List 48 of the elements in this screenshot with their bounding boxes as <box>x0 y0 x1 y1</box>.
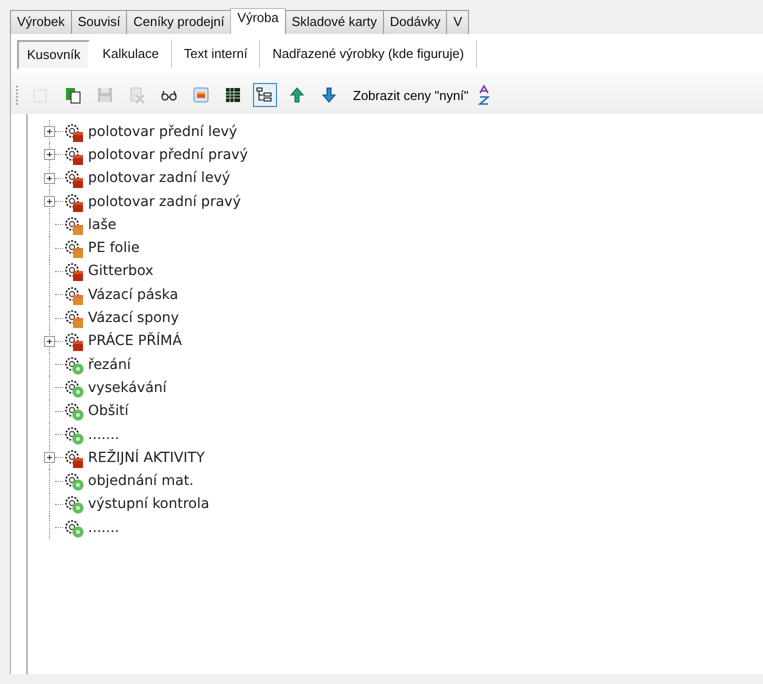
up-arrow-icon <box>288 86 306 104</box>
tab[interactable]: Výrobek <box>10 10 72 34</box>
tree-item[interactable]: výstupní kontrola <box>88 496 210 512</box>
subtab[interactable]: Text interní <box>172 40 260 68</box>
tree-item[interactable]: laše <box>88 216 116 233</box>
save-icon <box>96 86 114 104</box>
tree-item[interactable]: REŽIJNÍ AKTIVITY <box>88 450 205 466</box>
subtab[interactable]: Kusovník <box>17 40 90 70</box>
tree-item[interactable]: polotovar zadní levý <box>88 170 230 186</box>
tree-item[interactable]: Gitterbox <box>88 263 154 280</box>
tree-item[interactable]: ....... <box>88 426 120 442</box>
tree-item[interactable]: polotovar přední pravý <box>88 146 248 163</box>
expand-icon[interactable] <box>44 149 55 160</box>
grid-icon <box>224 86 242 104</box>
tree-item[interactable]: objednání mat. <box>88 473 194 490</box>
tree-item[interactable]: polotovar zadní pravý <box>88 194 241 210</box>
tab[interactable]: Skladové karty <box>284 10 384 34</box>
expand-icon[interactable] <box>44 126 55 138</box>
tab[interactable]: Dodávky <box>382 10 448 34</box>
tab[interactable]: Výroba <box>230 8 286 34</box>
tree-item[interactable]: Vázací páska <box>88 286 178 303</box>
tab[interactable]: V <box>446 10 470 34</box>
down-arrow-icon <box>320 86 338 104</box>
tree-item[interactable]: PE folie <box>88 240 140 256</box>
subtab[interactable]: Kalkulace <box>90 40 172 68</box>
tree-item[interactable]: polotovar přední levý <box>88 124 238 140</box>
tree-item[interactable]: ....... <box>88 520 120 536</box>
new-item-icon <box>32 86 50 104</box>
subtab[interactable]: Nadřazené výrobky (kde figuruje) <box>260 40 477 68</box>
expand-icon[interactable] <box>44 452 55 464</box>
tree-item[interactable]: řezání <box>88 356 131 373</box>
tree-item[interactable]: vysekávání <box>88 380 167 396</box>
expand-icon[interactable] <box>44 196 55 208</box>
report-icon <box>192 86 210 104</box>
toolbar-button[interactable] <box>253 83 277 107</box>
expand-icon[interactable] <box>44 172 55 184</box>
toolbar-grip-icon <box>15 84 19 106</box>
tab[interactable]: Souvisí <box>70 10 128 34</box>
tree-view-icon <box>256 86 274 104</box>
expand-icon[interactable] <box>44 336 55 347</box>
tree-item[interactable]: Obšití <box>88 403 128 420</box>
tree-item[interactable]: Vázací spony <box>88 310 179 326</box>
copy-document-icon <box>64 86 82 104</box>
show-current-prices-button[interactable]: Zobrazit ceny "nyní" <box>351 88 470 102</box>
tab[interactable]: Ceníky prodejní <box>126 10 232 34</box>
tree-item[interactable]: PRÁCE PŘÍMÁ <box>88 333 182 350</box>
sort-icon[interactable] <box>478 85 490 105</box>
delete-document-icon <box>128 86 146 104</box>
